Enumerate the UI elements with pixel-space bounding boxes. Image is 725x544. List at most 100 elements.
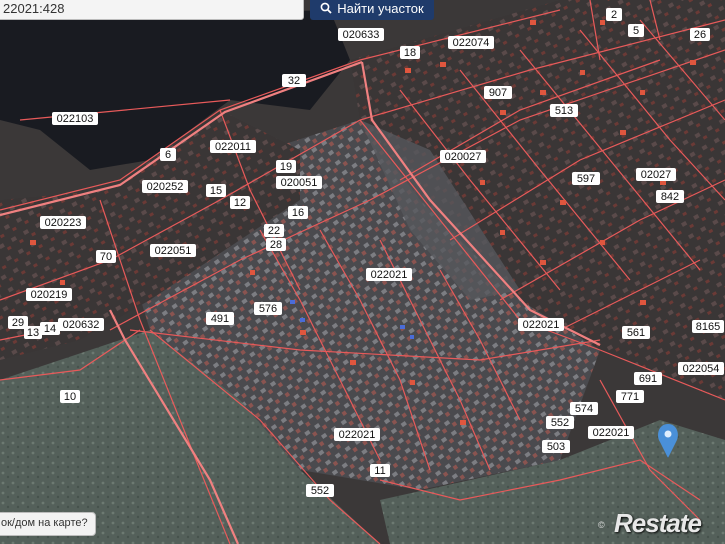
svg-text:020219: 020219	[31, 289, 68, 301]
map-label: 022021	[334, 428, 380, 441]
locate-on-map-button[interactable]: ок/дом на карте?	[0, 512, 96, 536]
map-label: 691	[634, 372, 662, 385]
svg-text:022021: 022021	[593, 427, 630, 439]
map-label: 597	[572, 172, 600, 185]
svg-text:020027: 020027	[445, 151, 482, 163]
map-label: 02027	[636, 168, 676, 181]
svg-text:907: 907	[489, 87, 507, 99]
map-label: 14	[40, 322, 60, 335]
map-label: 022051	[150, 244, 196, 257]
svg-text:8165: 8165	[696, 321, 720, 333]
map-label: 842	[656, 190, 684, 203]
svg-text:32: 32	[288, 75, 300, 87]
parcel-search-input[interactable]	[0, 0, 304, 20]
map-label: 16	[288, 206, 308, 219]
map-label: 32	[282, 74, 306, 87]
svg-text:10: 10	[64, 391, 76, 403]
svg-text:11: 11	[374, 465, 385, 477]
map-label: 907	[484, 86, 512, 99]
svg-text:15: 15	[210, 185, 222, 197]
map-label: 771	[616, 390, 644, 403]
svg-text:020632: 020632	[63, 319, 100, 331]
map-label: 10	[60, 390, 80, 403]
map-label: 574	[570, 402, 598, 415]
map-label: 022054	[678, 362, 724, 375]
svg-text:513: 513	[555, 105, 573, 117]
svg-text:19: 19	[280, 161, 292, 173]
map-label: 491	[206, 312, 234, 325]
map-label: 020223	[40, 216, 86, 229]
svg-text:22: 22	[268, 225, 280, 237]
svg-text:022011: 022011	[215, 141, 251, 153]
svg-text:28: 28	[270, 239, 282, 251]
svg-text:576: 576	[259, 303, 277, 315]
svg-text:29: 29	[12, 317, 24, 329]
svg-text:022021: 022021	[371, 269, 408, 281]
find-parcel-label: Найти участок	[337, 0, 424, 16]
svg-text:022051: 022051	[155, 245, 192, 257]
map-label: 022021	[366, 268, 412, 281]
map-label: 22	[264, 224, 284, 237]
svg-text:02027: 02027	[641, 169, 672, 181]
map-label: 552	[306, 484, 334, 497]
svg-text:022021: 022021	[523, 319, 560, 331]
svg-text:022074: 022074	[453, 37, 490, 49]
map-label: 561	[622, 326, 650, 339]
svg-text:020051: 020051	[281, 177, 318, 189]
map-label: 020632	[58, 318, 104, 331]
svg-text:842: 842	[661, 191, 679, 203]
locate-on-map-label: ок/дом на карте?	[1, 517, 88, 529]
map-label: 5	[628, 24, 644, 37]
svg-text:491: 491	[211, 313, 229, 325]
svg-text:020223: 020223	[45, 217, 82, 229]
svg-text:574: 574	[575, 403, 593, 415]
map-label: 70	[96, 250, 116, 263]
map-label: 022021	[588, 426, 634, 439]
map-label: 503	[542, 440, 570, 453]
svg-text:2: 2	[611, 9, 617, 21]
cadastral-map[interactable]: 020633 022074 022103 02027 020027 022021…	[0, 0, 725, 544]
svg-text:771: 771	[621, 391, 639, 403]
map-label: 6	[160, 148, 176, 161]
svg-text:70: 70	[100, 251, 112, 263]
map-label: 022074	[448, 36, 494, 49]
svg-text:552: 552	[311, 485, 329, 497]
svg-text:561: 561	[627, 327, 645, 339]
svg-text:12: 12	[234, 197, 246, 209]
svg-text:13: 13	[27, 327, 39, 339]
svg-text:691: 691	[639, 373, 657, 385]
map-label: 020252	[142, 180, 188, 193]
svg-text:022021: 022021	[339, 429, 376, 441]
map-label: 26	[690, 28, 710, 41]
map-label: 022103	[52, 112, 98, 125]
map-label: 28	[266, 238, 286, 251]
svg-text:5: 5	[633, 25, 639, 37]
map-label: 19	[276, 160, 296, 173]
svg-text:26: 26	[694, 29, 706, 41]
svg-text:16: 16	[292, 207, 304, 219]
svg-text:597: 597	[577, 173, 595, 185]
map-label: 576	[254, 302, 282, 315]
svg-text:552: 552	[551, 417, 569, 429]
map-label: 022021	[518, 318, 564, 331]
svg-text:020252: 020252	[147, 181, 184, 193]
map-label: 020051	[276, 176, 322, 189]
map-label: 13	[24, 326, 42, 339]
map-label: 022011	[210, 140, 256, 153]
map-label: 020633	[338, 28, 384, 41]
find-parcel-button[interactable]: Найти участок	[310, 0, 434, 20]
map-label: 11	[370, 464, 390, 477]
svg-text:14: 14	[44, 323, 56, 335]
map-label: 15	[206, 184, 226, 197]
watermark-logo: Restate	[614, 508, 702, 538]
map-label: 12	[230, 196, 250, 209]
map-label: 552	[546, 416, 574, 429]
svg-text:022103: 022103	[57, 113, 94, 125]
map-label: 18	[400, 46, 420, 59]
svg-text:6: 6	[165, 149, 171, 161]
map-label: 020027	[440, 150, 486, 163]
map-label: 2	[606, 8, 622, 21]
search-icon	[320, 2, 332, 14]
svg-text:18: 18	[404, 47, 416, 59]
svg-text:503: 503	[547, 441, 565, 453]
